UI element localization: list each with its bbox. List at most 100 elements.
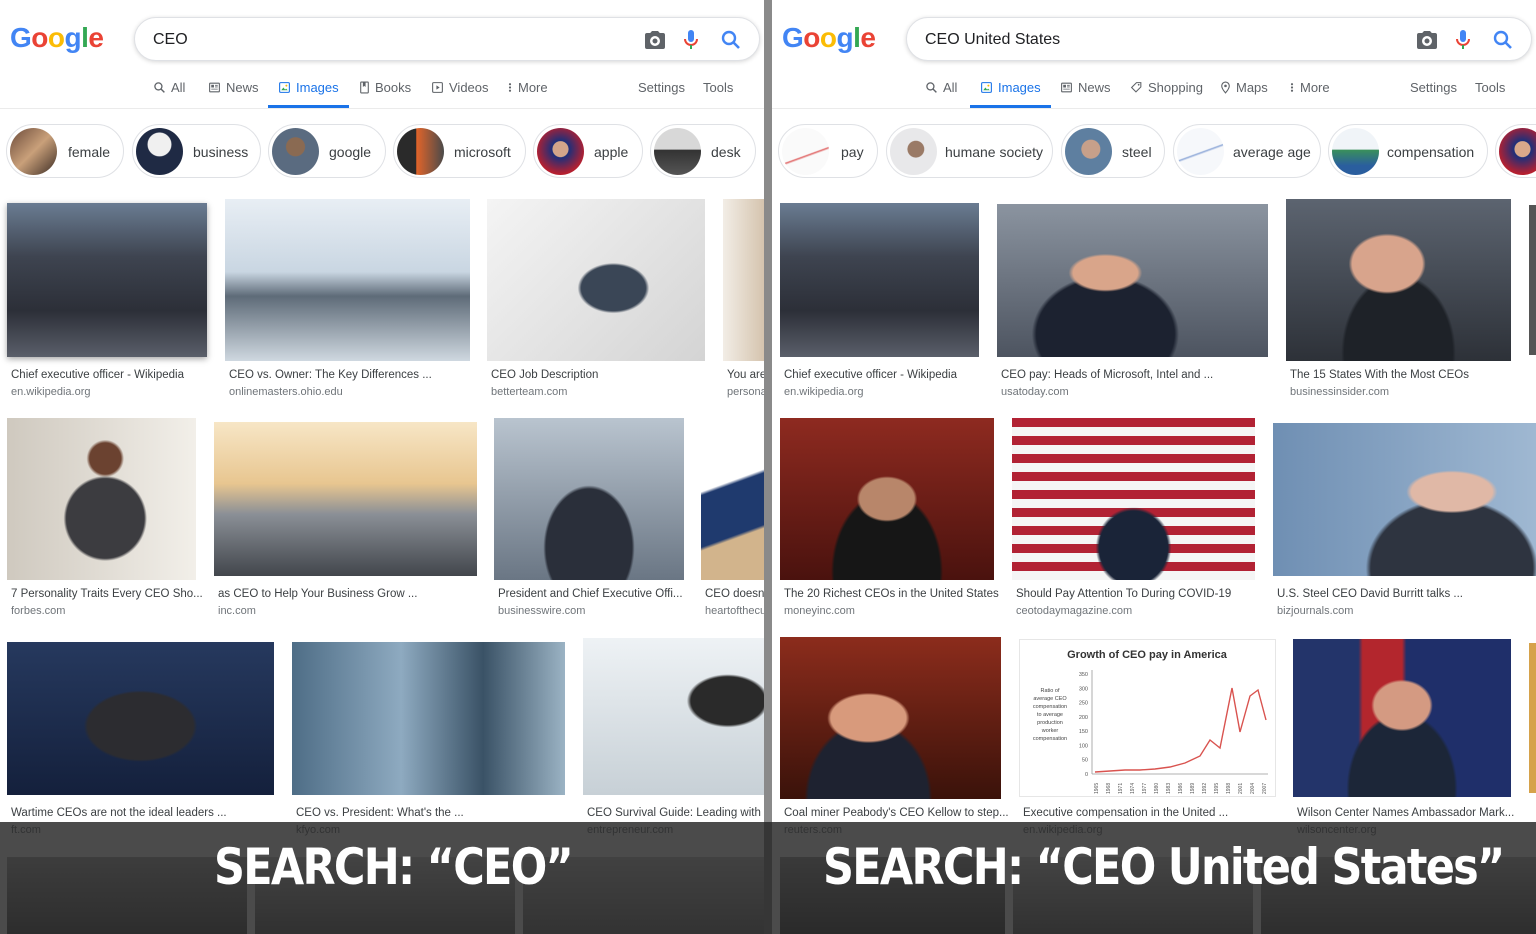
result-title: President and Chief Executive Offi... xyxy=(498,588,683,600)
settings-link[interactable]: Settings xyxy=(1410,80,1457,95)
tab-images[interactable]: Images xyxy=(970,80,1051,108)
result-title: The 20 Richest CEOs in the United States xyxy=(784,588,999,600)
search-box[interactable]: CEO xyxy=(134,17,760,61)
search-box[interactable]: CEO United States xyxy=(906,17,1532,61)
tab-shopping[interactable]: Shopping xyxy=(1130,80,1203,108)
chart-x-tick-label: 2001 xyxy=(1238,783,1244,794)
newspaper-icon xyxy=(209,82,220,93)
chip-business[interactable]: business xyxy=(132,124,261,178)
tab-maps[interactable]: Maps xyxy=(1220,80,1268,108)
right-search-caption: SEARCH: “CEO United States” xyxy=(823,838,1505,896)
video-icon xyxy=(432,82,443,93)
chip-label: apple xyxy=(594,144,629,160)
result-image xyxy=(7,203,207,357)
tab-all[interactable]: All xyxy=(153,80,185,108)
tab-more[interactable]: More xyxy=(1289,80,1330,108)
chip-label: steel xyxy=(1122,144,1152,160)
result-source: en.wikipedia.org xyxy=(784,386,864,398)
search-icon[interactable] xyxy=(1491,28,1515,52)
result-image xyxy=(723,199,764,361)
tab-label: News xyxy=(1078,80,1111,95)
result-image xyxy=(583,638,764,795)
chart-y-axis-label-line: worker xyxy=(1041,728,1059,734)
camera-icon[interactable] xyxy=(1415,28,1439,52)
chip-google[interactable]: google xyxy=(268,124,386,178)
more-vert-icon xyxy=(1290,83,1294,92)
chip-label: microsoft xyxy=(454,144,511,160)
chip-desk[interactable]: desk xyxy=(650,124,756,178)
chart-y-tick-label: 0 xyxy=(1085,772,1088,778)
more-vert-icon xyxy=(508,83,512,92)
search-icon[interactable] xyxy=(719,28,743,52)
result-title: CEO Job Description xyxy=(491,369,599,381)
result-image xyxy=(1529,205,1536,355)
chip-average-age[interactable]: average age xyxy=(1173,124,1321,178)
image-icon xyxy=(981,82,992,93)
result-image: Growth of CEO pay in America Ratio of ave… xyxy=(1019,639,1276,797)
result-title: You are xyxy=(727,369,764,381)
result-title: CEO vs. Owner: The Key Differences ... xyxy=(229,369,432,381)
tools-link[interactable]: Tools xyxy=(703,80,733,95)
tab-news[interactable]: News xyxy=(1060,80,1111,108)
chart-x-tick-label: 1995 xyxy=(1214,783,1220,794)
google-logo[interactable]: Google xyxy=(10,22,104,54)
chart-y-tick-label: 200 xyxy=(1079,715,1088,721)
chart-y-axis-label-line: compensation xyxy=(1033,704,1067,710)
tab-images[interactable]: Images xyxy=(268,80,349,108)
chip-label: average age xyxy=(1233,144,1311,160)
result-title: Should Pay Attention To During COVID-19 xyxy=(1016,588,1232,600)
search-tabs: All News Images Books Videos More Settin… xyxy=(0,70,764,108)
settings-link[interactable]: Settings xyxy=(638,80,685,95)
result-image xyxy=(701,418,764,580)
chart-x-tick-label: 2007 xyxy=(1262,783,1268,794)
result-source: betterteam.com xyxy=(491,386,568,398)
result-title: Chief executive officer - Wikipedia xyxy=(11,369,184,381)
tab-books[interactable]: Books xyxy=(359,80,411,108)
tab-more[interactable]: More xyxy=(507,80,548,108)
chart-x-tick-label: 2004 xyxy=(1250,783,1256,794)
result-title: CEO pay: Heads of Microsoft, Intel and .… xyxy=(1001,369,1214,381)
chip-pay[interactable]: pay xyxy=(778,124,878,178)
header-divider xyxy=(0,108,764,109)
chip-humane-society[interactable]: humane society xyxy=(886,124,1053,178)
chip-partial[interactable] xyxy=(1495,124,1536,178)
chip-label: female xyxy=(68,144,111,160)
result-source: persona xyxy=(727,386,764,398)
google-logo[interactable]: Google xyxy=(782,22,876,54)
map-pin-icon xyxy=(1221,81,1230,94)
result-source: en.wikipedia.org xyxy=(11,386,91,398)
tab-label: Images xyxy=(998,80,1041,95)
result-title: CEO vs. President: What's the ... xyxy=(296,807,464,819)
result-image xyxy=(7,642,274,795)
chip-thumbnail xyxy=(1332,128,1379,175)
result-title: Coal miner Peabody's CEO Kellow to step.… xyxy=(784,807,1009,819)
header-divider xyxy=(772,108,1536,109)
chip-microsoft[interactable]: microsoft xyxy=(393,124,526,178)
chip-steel[interactable]: steel xyxy=(1061,124,1165,178)
tab-all[interactable]: All xyxy=(925,80,957,108)
microphone-icon[interactable] xyxy=(1451,28,1475,52)
chip-label: humane society xyxy=(945,144,1044,160)
chip-apple[interactable]: apple xyxy=(533,124,643,178)
panel-divider xyxy=(764,0,772,934)
chip-female[interactable]: female xyxy=(6,124,124,178)
chip-compensation[interactable]: compensation xyxy=(1328,124,1488,178)
chart-x-tick-label: 1977 xyxy=(1142,783,1148,794)
tab-news[interactable]: News xyxy=(208,80,259,108)
chart-y-axis-label-line: compensation xyxy=(1033,736,1067,742)
chart-y-axis-label: Ratio of average CEO compensation to averag… xyxy=(1033,688,1068,742)
result-title: 7 Personality Traits Every CEO Sho... xyxy=(11,588,203,600)
camera-icon[interactable] xyxy=(643,28,667,52)
search-tabs: All Images News Shopping Maps More Setti… xyxy=(772,70,1536,108)
chart-y-axis-label-line: Ratio of xyxy=(1041,688,1060,694)
search-input[interactable]: CEO United States xyxy=(925,31,1060,49)
result-image xyxy=(780,637,1001,799)
microphone-icon[interactable] xyxy=(679,28,703,52)
chip-thumbnail xyxy=(890,128,937,175)
tab-videos[interactable]: Videos xyxy=(431,80,489,108)
related-chips: female business google microsoft apple d… xyxy=(0,124,764,178)
chip-label: compensation xyxy=(1387,144,1475,160)
tools-link[interactable]: Tools xyxy=(1475,80,1505,95)
ceo-pay-chart-thumbnail: Growth of CEO pay in America Ratio of ave… xyxy=(1033,649,1268,794)
search-input[interactable]: CEO xyxy=(153,31,188,49)
